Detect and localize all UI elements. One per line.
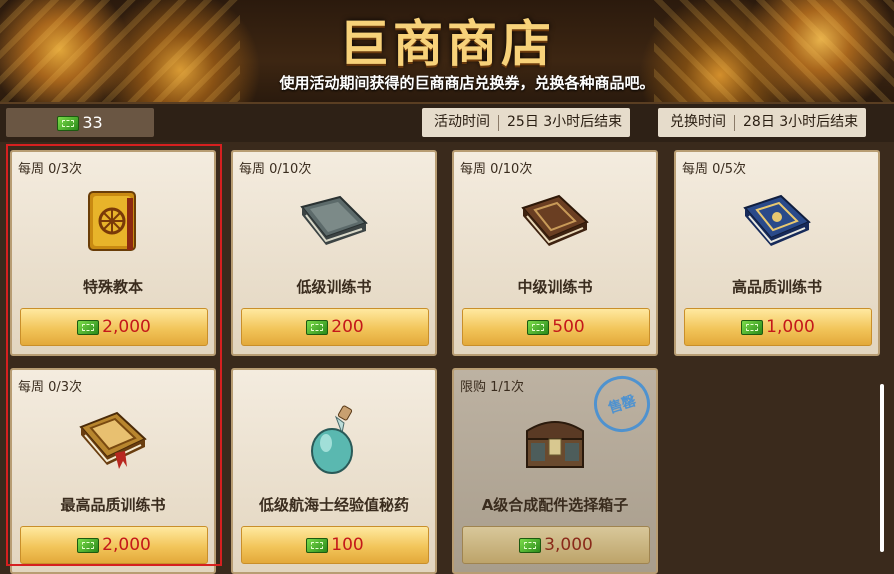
ticket-icon: [306, 537, 329, 553]
item-name: 最高品质训练书: [60, 496, 166, 514]
shop-subtitle: 使用活动期间获得的巨商商店兑换券，兑换各种商品吧。: [279, 74, 655, 92]
scrollbar[interactable]: [880, 384, 884, 552]
item-price: 3,000: [544, 535, 593, 555]
ticket-icon: [77, 537, 100, 553]
item-price: 100: [331, 535, 364, 555]
exchange-time-value: 28日 3小时后结束: [743, 114, 859, 130]
item-name: 特殊教本: [82, 278, 143, 296]
item-name: 低级航海士经验值秘药: [258, 496, 409, 514]
item-price: 2,000: [102, 317, 151, 337]
buy-button[interactable]: 1,000: [684, 308, 872, 346]
item-name: 中级训练书: [517, 278, 593, 296]
purchase-limit: 每周 0/3次: [18, 162, 83, 177]
ticket-icon: [527, 319, 550, 335]
buy-button-disabled: 3,000: [462, 526, 650, 564]
item-price: 500: [552, 317, 585, 337]
treasure-chest-icon: [454, 396, 656, 486]
ticket-icon: [741, 319, 764, 335]
item-grid: 每周 0/3次 特殊教本 2,000 每周 0/10次 低级训练书 200 每周…: [0, 142, 894, 574]
ornate-book-icon: [12, 396, 214, 486]
ticket-icon: [57, 116, 80, 131]
blue-book-icon: [676, 178, 878, 268]
currency-amount: 33: [82, 113, 103, 132]
shop-item-card[interactable]: 低级航海士经验值秘药 100: [231, 368, 437, 574]
buy-button[interactable]: 100: [241, 526, 429, 564]
brown-book-icon: [454, 178, 656, 268]
exchange-time-label: 兑换时间: [670, 114, 726, 130]
item-name: A级合成配件选择箱子: [481, 496, 629, 514]
item-name: 高品质训练书: [731, 278, 822, 296]
event-time-pill: 活动时间 25日 3小时后结束: [422, 108, 631, 137]
item-name: 低级训练书: [296, 278, 372, 296]
item-price: 2,000: [102, 535, 151, 555]
buy-button[interactable]: 200: [241, 308, 429, 346]
shop-item-card[interactable]: 每周 0/3次 最高品质训练书 2,000: [10, 368, 216, 574]
shop-title: 巨商商店: [339, 14, 555, 73]
purchase-limit: 每周 0/10次: [239, 162, 312, 177]
purchase-limit: 每周 0/10次: [460, 162, 533, 177]
item-price: 1,000: [766, 317, 815, 337]
ticket-icon: [77, 319, 100, 335]
shop-item-card[interactable]: 每周 0/5次 高品质训练书 1,000: [674, 150, 880, 356]
purchase-limit: 每周 0/3次: [18, 380, 83, 395]
exchange-time-pill: 兑换时间 28日 3小时后结束: [658, 108, 867, 137]
buy-button[interactable]: 500: [462, 308, 650, 346]
event-time-value: 25日 3小时后结束: [507, 114, 623, 130]
shop-item-card-sold-out: 限购 1/1次 售罄 A级合成配件选择箱子 3,000: [452, 368, 658, 574]
info-bar: 33 活动时间 25日 3小时后结束 兑换时间 28日 3小时后结束: [0, 102, 894, 142]
ticket-icon: [306, 319, 329, 335]
golden-book-icon: [12, 178, 214, 268]
purchase-limit: 每周 0/5次: [682, 162, 747, 177]
ticket-icon: [519, 537, 542, 553]
potion-flask-icon: [233, 396, 435, 486]
purchase-limit: 限购 1/1次: [460, 380, 525, 395]
gray-book-icon: [233, 178, 435, 268]
currency-display: 33: [6, 108, 154, 137]
shop-item-card[interactable]: 每周 0/3次 特殊教本 2,000: [10, 150, 216, 356]
event-time-label: 活动时间: [434, 114, 490, 130]
buy-button[interactable]: 2,000: [20, 308, 208, 346]
item-price: 200: [331, 317, 364, 337]
shop-banner: 巨商商店 使用活动期间获得的巨商商店兑换券，兑换各种商品吧。: [0, 0, 894, 102]
shop-item-card[interactable]: 每周 0/10次 中级训练书 500: [452, 150, 658, 356]
shop-item-card[interactable]: 每周 0/10次 低级训练书 200: [231, 150, 437, 356]
buy-button[interactable]: 2,000: [20, 526, 208, 564]
